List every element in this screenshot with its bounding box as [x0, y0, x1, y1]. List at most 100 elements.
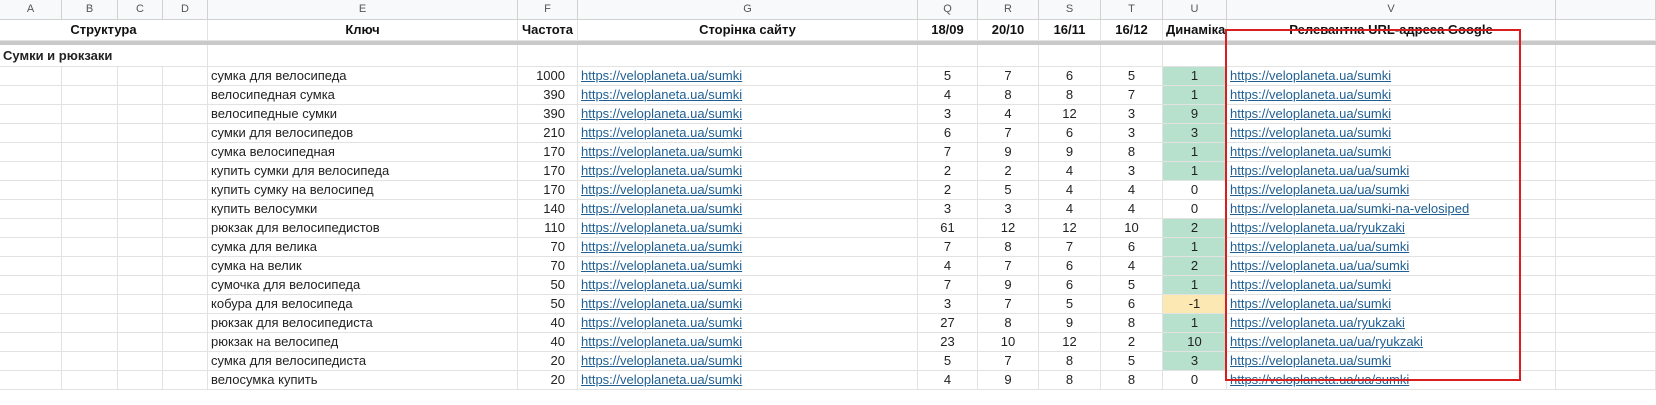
- empty-cell[interactable]: [62, 181, 118, 200]
- empty-cell[interactable]: [62, 143, 118, 162]
- empty-cell[interactable]: [118, 257, 163, 276]
- relevant-url-link-cell[interactable]: https://veloplaneta.ua/ua/sumki: [1227, 162, 1556, 181]
- empty-cell[interactable]: [0, 333, 62, 352]
- empty-cell[interactable]: [1556, 45, 1656, 67]
- empty-cell[interactable]: [118, 371, 163, 390]
- empty-cell[interactable]: [0, 371, 62, 390]
- empty-cell[interactable]: [118, 352, 163, 371]
- frequency-cell[interactable]: 170: [518, 181, 578, 200]
- site-page-link-cell[interactable]: https://veloplaneta.ua/sumki: [578, 238, 918, 257]
- empty-cell[interactable]: [163, 124, 208, 143]
- section-title[interactable]: Сумки и рюкзаки: [0, 45, 208, 67]
- site-page-link-cell[interactable]: https://veloplaneta.ua/sumki: [578, 200, 918, 219]
- empty-cell[interactable]: [0, 219, 62, 238]
- empty-cell[interactable]: [62, 276, 118, 295]
- keyword-cell[interactable]: рюкзак на велосипед: [208, 333, 518, 352]
- empty-cell[interactable]: [518, 45, 578, 67]
- relevant-url-link-cell[interactable]: https://veloplaneta.ua/sumki: [1227, 105, 1556, 124]
- relevant-url-link[interactable]: https://veloplaneta.ua/ua/sumki: [1230, 239, 1409, 254]
- position-16-11[interactable]: 4: [1039, 162, 1101, 181]
- site-page-link-cell[interactable]: https://veloplaneta.ua/sumki: [578, 143, 918, 162]
- relevant-url-link-cell[interactable]: https://veloplaneta.ua/ua/sumki: [1227, 238, 1556, 257]
- dynamics-cell[interactable]: 1: [1163, 314, 1227, 333]
- empty-cell[interactable]: [0, 181, 62, 200]
- empty-cell[interactable]: [118, 162, 163, 181]
- position-16-11[interactable]: 12: [1039, 105, 1101, 124]
- site-page-link[interactable]: https://veloplaneta.ua/sumki: [581, 277, 742, 292]
- relevant-url-link[interactable]: https://veloplaneta.ua/sumki: [1230, 87, 1391, 102]
- empty-cell[interactable]: [118, 276, 163, 295]
- dynamics-cell[interactable]: 3: [1163, 124, 1227, 143]
- position-18-09[interactable]: 4: [918, 371, 978, 390]
- position-20-10[interactable]: 9: [978, 143, 1039, 162]
- position-20-10[interactable]: 8: [978, 238, 1039, 257]
- header-frequency[interactable]: Частота: [518, 20, 578, 41]
- position-20-10[interactable]: 4: [978, 105, 1039, 124]
- position-16-11[interactable]: 9: [1039, 143, 1101, 162]
- keyword-cell[interactable]: рюкзак для велосипедиста: [208, 314, 518, 333]
- position-16-11[interactable]: 5: [1039, 295, 1101, 314]
- col-letter-c[interactable]: C: [118, 0, 163, 20]
- empty-cell[interactable]: [62, 124, 118, 143]
- empty-cell[interactable]: [0, 86, 62, 105]
- position-16-12[interactable]: 4: [1101, 181, 1163, 200]
- empty-cell[interactable]: [0, 238, 62, 257]
- empty-cell[interactable]: [0, 352, 62, 371]
- relevant-url-link-cell[interactable]: https://veloplaneta.ua/sumki: [1227, 86, 1556, 105]
- header-date-4[interactable]: 16/12: [1101, 20, 1163, 41]
- relevant-url-link[interactable]: https://veloplaneta.ua/ryukzaki: [1230, 220, 1405, 235]
- empty-cell[interactable]: [118, 238, 163, 257]
- position-16-12[interactable]: 6: [1101, 295, 1163, 314]
- empty-cell[interactable]: [163, 219, 208, 238]
- col-letter-e[interactable]: E: [208, 0, 518, 20]
- position-16-12[interactable]: 3: [1101, 162, 1163, 181]
- position-20-10[interactable]: 10: [978, 333, 1039, 352]
- col-letter-u[interactable]: U: [1163, 0, 1227, 20]
- empty-cell[interactable]: [118, 295, 163, 314]
- empty-cell[interactable]: [1556, 238, 1656, 257]
- position-16-12[interactable]: 2: [1101, 333, 1163, 352]
- empty-cell[interactable]: [62, 162, 118, 181]
- header-site-page[interactable]: Сторінка сайту: [578, 20, 918, 41]
- empty-cell[interactable]: [1556, 295, 1656, 314]
- position-16-12[interactable]: 8: [1101, 371, 1163, 390]
- position-18-09[interactable]: 4: [918, 86, 978, 105]
- site-page-link[interactable]: https://veloplaneta.ua/sumki: [581, 315, 742, 330]
- keyword-cell[interactable]: велосипедная сумка: [208, 86, 518, 105]
- frequency-cell[interactable]: 40: [518, 314, 578, 333]
- site-page-link-cell[interactable]: https://veloplaneta.ua/sumki: [578, 162, 918, 181]
- position-16-11[interactable]: 4: [1039, 200, 1101, 219]
- empty-cell[interactable]: [1039, 45, 1101, 67]
- empty-cell[interactable]: [1556, 219, 1656, 238]
- relevant-url-link[interactable]: https://veloplaneta.ua/sumki: [1230, 353, 1391, 368]
- dynamics-cell[interactable]: 2: [1163, 257, 1227, 276]
- position-16-11[interactable]: 6: [1039, 257, 1101, 276]
- position-16-11[interactable]: 12: [1039, 333, 1101, 352]
- site-page-link-cell[interactable]: https://veloplaneta.ua/sumki: [578, 181, 918, 200]
- empty-cell[interactable]: [118, 124, 163, 143]
- relevant-url-link-cell[interactable]: https://veloplaneta.ua/ryukzaki: [1227, 314, 1556, 333]
- relevant-url-link-cell[interactable]: https://veloplaneta.ua/ua/sumki: [1227, 181, 1556, 200]
- header-dynamics[interactable]: Динаміка: [1163, 20, 1227, 41]
- empty-cell[interactable]: [0, 200, 62, 219]
- site-page-link[interactable]: https://veloplaneta.ua/sumki: [581, 182, 742, 197]
- position-20-10[interactable]: 9: [978, 371, 1039, 390]
- relevant-url-link-cell[interactable]: https://veloplaneta.ua/sumki: [1227, 143, 1556, 162]
- empty-cell[interactable]: [62, 352, 118, 371]
- position-16-12[interactable]: 6: [1101, 238, 1163, 257]
- relevant-url-link-cell[interactable]: https://veloplaneta.ua/sumki: [1227, 67, 1556, 86]
- position-18-09[interactable]: 27: [918, 314, 978, 333]
- relevant-url-link[interactable]: https://veloplaneta.ua/sumki: [1230, 106, 1391, 121]
- empty-cell[interactable]: [0, 67, 62, 86]
- empty-cell[interactable]: [62, 86, 118, 105]
- dynamics-cell[interactable]: 1: [1163, 86, 1227, 105]
- site-page-link[interactable]: https://veloplaneta.ua/sumki: [581, 220, 742, 235]
- dynamics-cell[interactable]: 0: [1163, 181, 1227, 200]
- empty-cell[interactable]: [62, 371, 118, 390]
- frequency-cell[interactable]: 50: [518, 295, 578, 314]
- position-16-12[interactable]: 5: [1101, 67, 1163, 86]
- relevant-url-link[interactable]: https://veloplaneta.ua/ua/sumki: [1230, 163, 1409, 178]
- empty-cell[interactable]: [118, 219, 163, 238]
- empty-cell[interactable]: [1556, 257, 1656, 276]
- position-18-09[interactable]: 7: [918, 238, 978, 257]
